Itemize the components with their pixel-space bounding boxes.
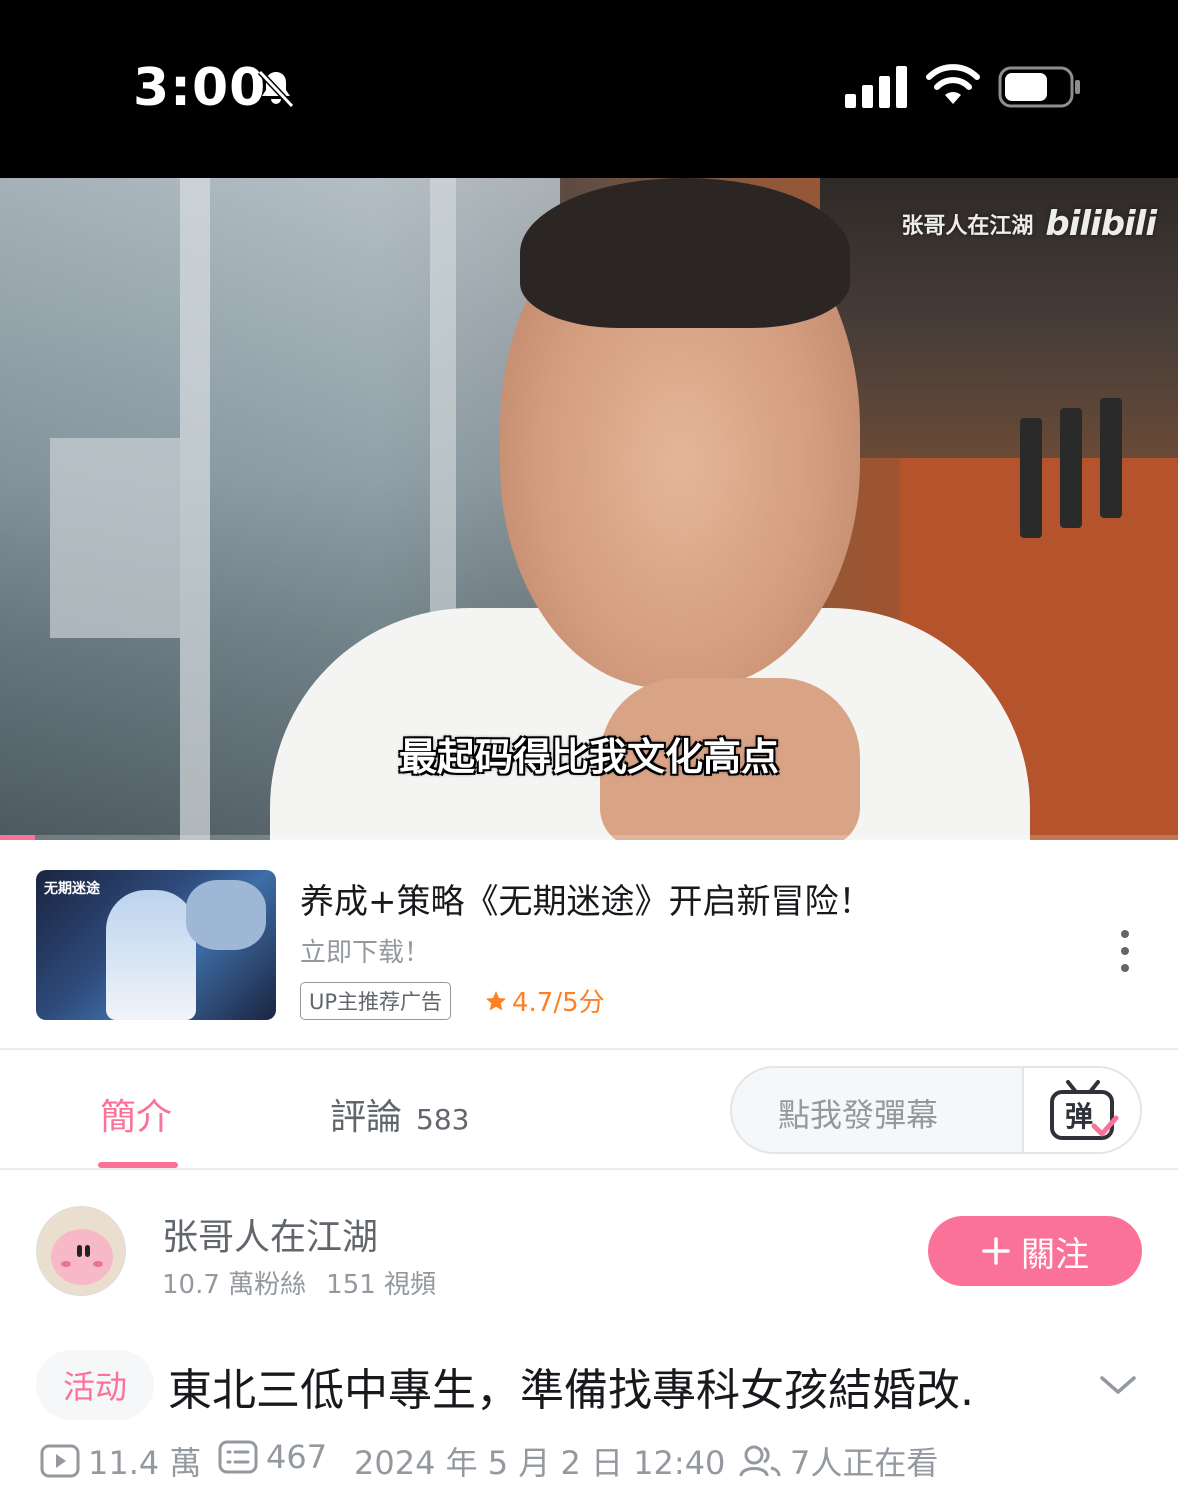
ad-rating: 4.7/5分 bbox=[484, 982, 605, 1019]
people-icon bbox=[739, 1445, 781, 1477]
bell-muted-icon bbox=[257, 69, 295, 109]
video-count: 151 視頻 bbox=[326, 1270, 437, 1300]
person-hair bbox=[520, 178, 850, 328]
chevron-down-icon[interactable] bbox=[1096, 1370, 1140, 1400]
view-count-value: 11.4 萬 bbox=[88, 1444, 202, 1482]
uploader-card: 张哥人在江湖 10.7 萬粉絲 151 視頻 關注 bbox=[0, 1190, 1178, 1310]
uploader-name[interactable]: 张哥人在江湖 bbox=[162, 1208, 378, 1260]
avatar-eye bbox=[85, 1245, 90, 1257]
video-title-row: 活动 東北三低中專生，準備找專科女孩結婚改. bbox=[0, 1348, 1178, 1428]
tab-comments-label: 評論 bbox=[330, 1097, 403, 1138]
view-count: 11.4 萬 bbox=[40, 1438, 201, 1484]
ad-title[interactable]: 养成+策略《无期迷途》开启新冒险！ bbox=[300, 874, 873, 923]
status-bar: 3:00 bbox=[0, 0, 1178, 178]
danmaku-count-value: 467 bbox=[266, 1438, 328, 1476]
follow-button[interactable]: 關注 bbox=[928, 1216, 1142, 1286]
ad-character bbox=[106, 890, 196, 1020]
uploader-stats: 10.7 萬粉絲 151 視頻 bbox=[162, 1264, 436, 1301]
wifi-icon bbox=[926, 64, 980, 104]
avatar-eye bbox=[77, 1245, 82, 1257]
avatar-kirby bbox=[51, 1229, 113, 1285]
danmaku-toggle-button[interactable]: 弹 bbox=[1022, 1068, 1140, 1152]
video-title[interactable]: 東北三低中專生，準備找專科女孩結婚改. bbox=[168, 1354, 1068, 1418]
cellular-signal-icon bbox=[845, 66, 907, 108]
ad-tag: UP主推荐广告 bbox=[300, 982, 452, 1020]
video-player[interactable]: 张哥人在江湖 bilibili 最起码得比我文化高点 bbox=[0, 178, 1178, 840]
video-meta: 11.4 萬 467 2024 年 5 月 2 日 12:40 7人正在看 bbox=[0, 1434, 1178, 1484]
avatar-cheek bbox=[61, 1261, 71, 1267]
battery-icon bbox=[998, 66, 1080, 108]
plus-icon bbox=[982, 1237, 1010, 1265]
tab-intro[interactable]: 簡介 bbox=[100, 1088, 172, 1140]
clock: 3:00 bbox=[133, 58, 267, 118]
danmaku-input[interactable]: 點我發彈幕 弹 bbox=[730, 1066, 1142, 1154]
more-options-icon[interactable] bbox=[1110, 926, 1140, 976]
ad-game-logo: 无期迷途 bbox=[44, 881, 100, 897]
danmaku-count-icon bbox=[218, 1440, 258, 1474]
star-icon bbox=[486, 990, 506, 1010]
follow-label: 關注 bbox=[1021, 1234, 1089, 1275]
watermark-uploader: 张哥人在江湖 bbox=[901, 214, 1034, 239]
comments-count: 583 bbox=[416, 1103, 470, 1136]
watching-now: 7人正在看 bbox=[738, 1438, 938, 1484]
ad-character bbox=[186, 880, 266, 950]
publish-date: 2024 年 5 月 2 日 12:40 bbox=[354, 1444, 726, 1482]
watching-count: 7人正在看 bbox=[790, 1444, 939, 1482]
pendant-lamp bbox=[1100, 398, 1122, 518]
video-subtitle: 最起码得比我文化高点 bbox=[398, 735, 779, 779]
danmaku-placeholder: 點我發彈幕 bbox=[778, 1096, 939, 1134]
tab-bar: 簡介 評論 583 點我發彈幕 弹 bbox=[0, 1052, 1178, 1170]
danmaku-glyph: 弹 bbox=[1065, 1100, 1093, 1133]
pendant-lamp bbox=[1020, 418, 1042, 538]
tab-active-indicator bbox=[98, 1162, 178, 1168]
background-building bbox=[50, 438, 180, 638]
bilibili-logo: bilibili bbox=[1045, 204, 1157, 244]
tab-comments[interactable]: 評論 583 bbox=[330, 1088, 469, 1140]
danmaku-tv-icon: 弹 bbox=[1050, 1080, 1119, 1140]
video-watermark: 张哥人在江湖 bilibili bbox=[901, 204, 1157, 244]
ad-rating-value: 4.7/5分 bbox=[512, 988, 605, 1018]
follower-count: 10.7 萬粉絲 bbox=[162, 1270, 307, 1300]
ad-download-link[interactable]: 立即下载！ bbox=[300, 932, 430, 969]
avatar-cheek bbox=[93, 1261, 103, 1267]
play-count-icon bbox=[40, 1444, 80, 1478]
danmaku-count: 467 bbox=[218, 1438, 327, 1476]
avatar[interactable] bbox=[36, 1206, 126, 1296]
activity-tag[interactable]: 活动 bbox=[36, 1350, 154, 1420]
pendant-lamp bbox=[1060, 408, 1082, 528]
ad-banner[interactable]: 无期迷途 养成+策略《无期迷途》开启新冒险！ 立即下载！ UP主推荐广告 4.7… bbox=[0, 840, 1178, 1050]
ad-thumbnail[interactable]: 无期迷途 bbox=[36, 870, 276, 1020]
